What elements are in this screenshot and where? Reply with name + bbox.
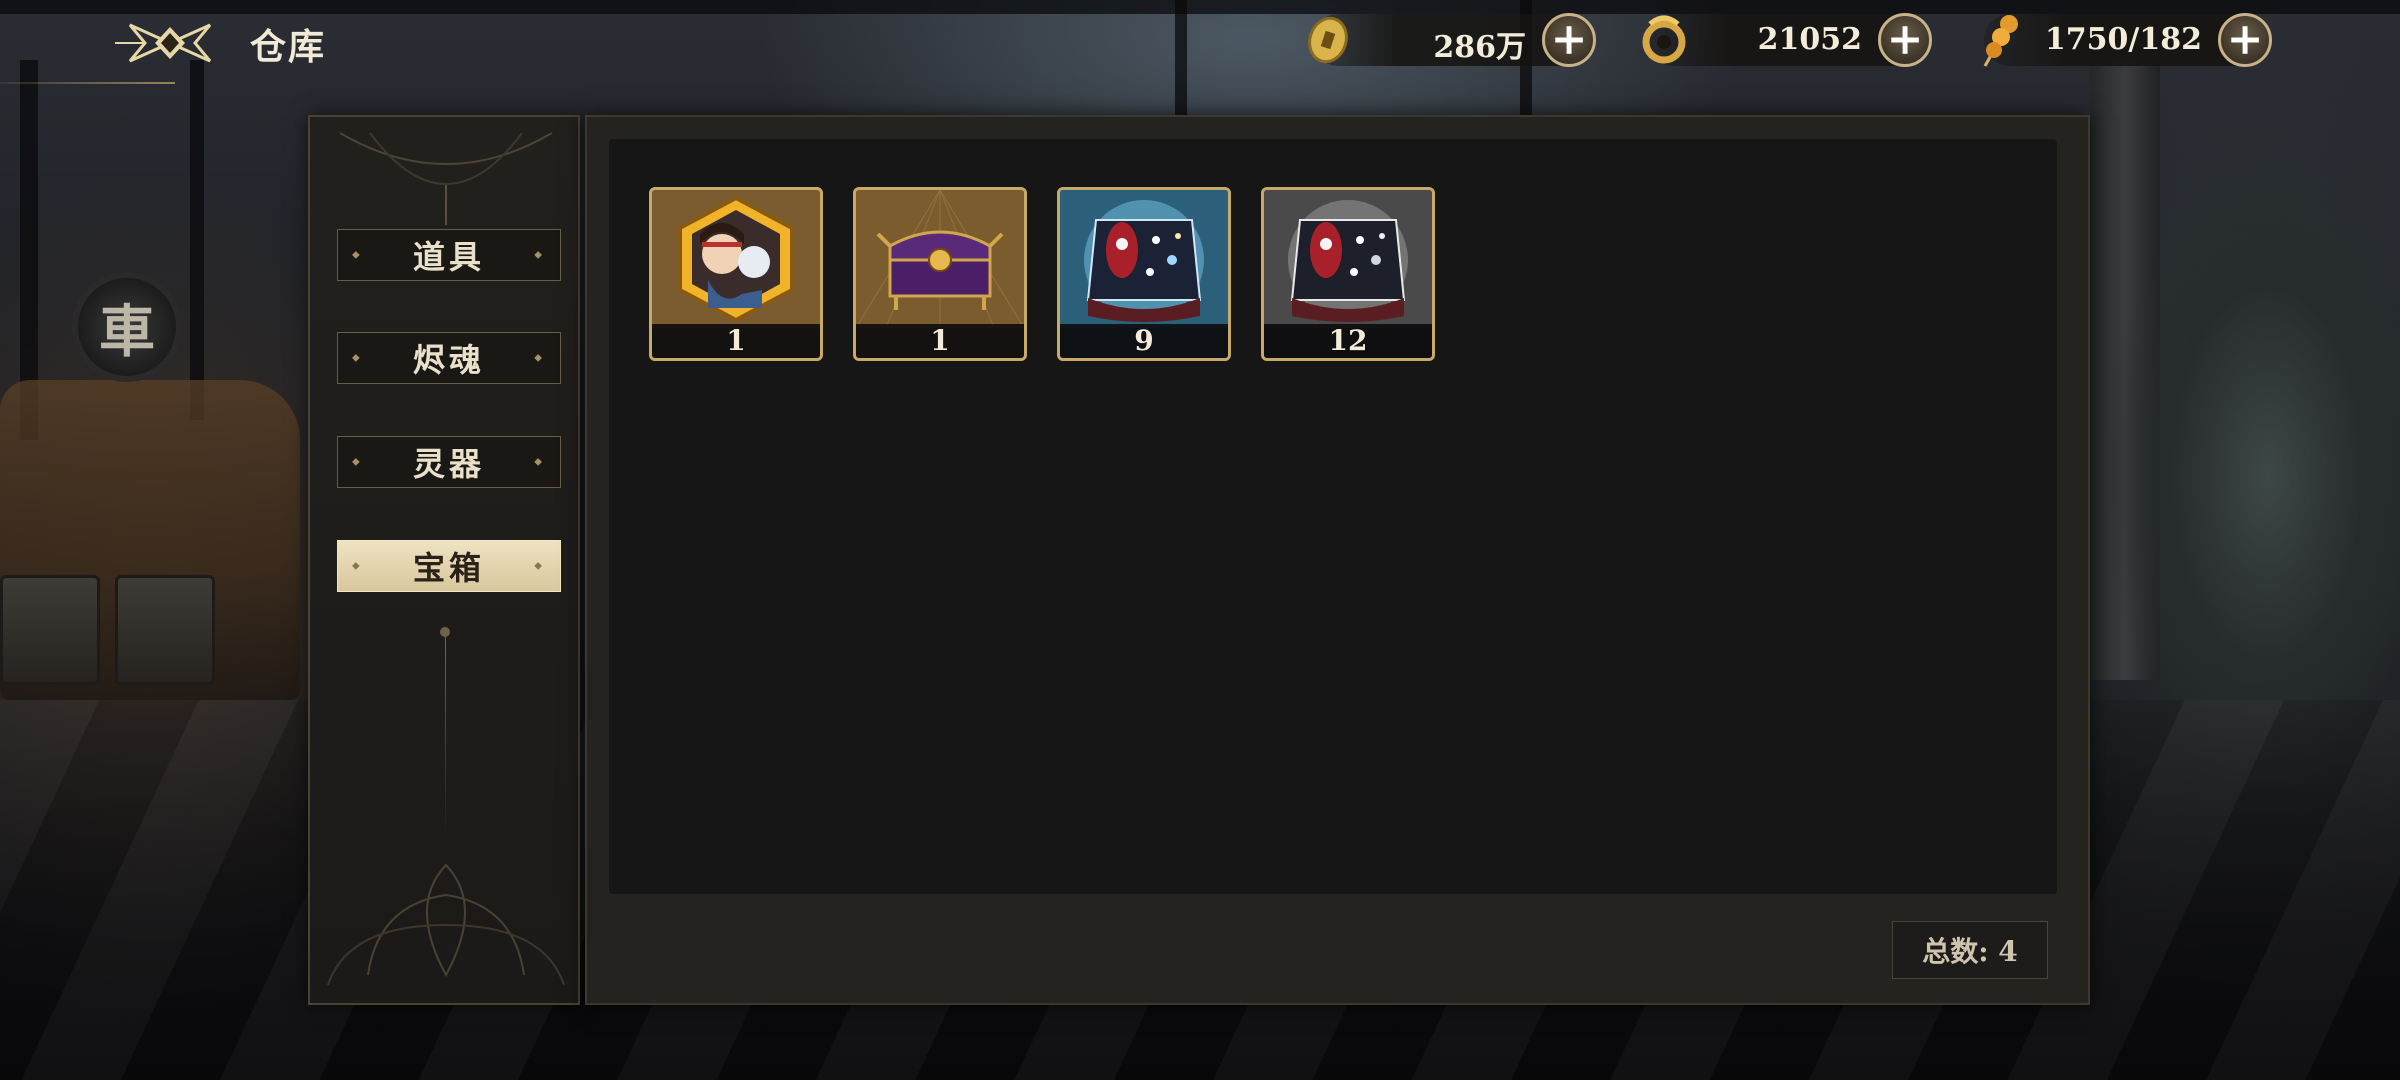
coin-value: 286万 [1433,30,1526,65]
stamina-value: 1750/182 [2044,22,2202,57]
resource-stamina: 1750/182 + [1983,13,2272,67]
item-count: 1 [652,324,820,358]
tab-ember-souls[interactable]: 烬魂 [337,332,561,384]
purple-treasure-chest-icon [856,190,1024,328]
gold-coin-icon [1298,10,1358,70]
top-bar: 仓库 286万 + 21052 + 1750/182 + [0,0,2400,90]
add-coin-button[interactable]: + [1542,13,1596,67]
pillar [190,60,204,420]
tab-items[interactable]: 道具 [337,229,561,281]
sidebar-divider-dot [440,627,450,637]
sidebar-ornament [339,132,553,225]
title-underline [0,82,175,84]
tab-treasure-chests[interactable]: 宝箱 [337,540,561,592]
inventory-panel: 1 1 9 12 总数: 4 [585,115,2090,1005]
blue-gacha-chest-icon [1060,190,1228,328]
back-button[interactable] [110,10,230,76]
hanging-sign: 車 [72,272,182,382]
item-slot[interactable]: 9 [1057,187,1231,361]
candied-haws-icon [1970,10,2030,70]
lotus-ornament [327,863,565,986]
item-count: 9 [1060,324,1228,358]
dragon-jade-icon [1634,10,1694,70]
crate [0,575,100,685]
character-portrait-chest-icon [652,190,820,328]
winged-emblem-icon [115,23,212,63]
item-slot[interactable]: 1 [853,187,1027,361]
category-sidebar: 道具 烬魂 灵器 宝箱 [308,115,580,1005]
total-count: 总数: 4 [1892,921,2048,979]
silver-gacha-chest-icon [1264,190,1432,328]
add-stamina-button[interactable]: + [2218,13,2272,67]
add-jade-button[interactable]: + [1878,13,1932,67]
tab-spirit-artifacts[interactable]: 灵器 [337,436,561,488]
page-title: 仓库 [250,26,327,68]
sidebar-divider-line [445,637,446,837]
resource-jade: 21052 + [1642,13,1932,67]
item-count: 1 [856,324,1024,358]
item-slot[interactable]: 12 [1261,187,1435,361]
crate [115,575,215,685]
item-count: 12 [1264,324,1432,358]
resource-coin: 286万 + [1308,13,1596,67]
item-grid: 1 1 9 12 [609,139,2057,894]
item-slot[interactable]: 1 [649,187,823,361]
jade-value: 21052 [1757,22,1862,57]
statue [2070,90,2400,790]
